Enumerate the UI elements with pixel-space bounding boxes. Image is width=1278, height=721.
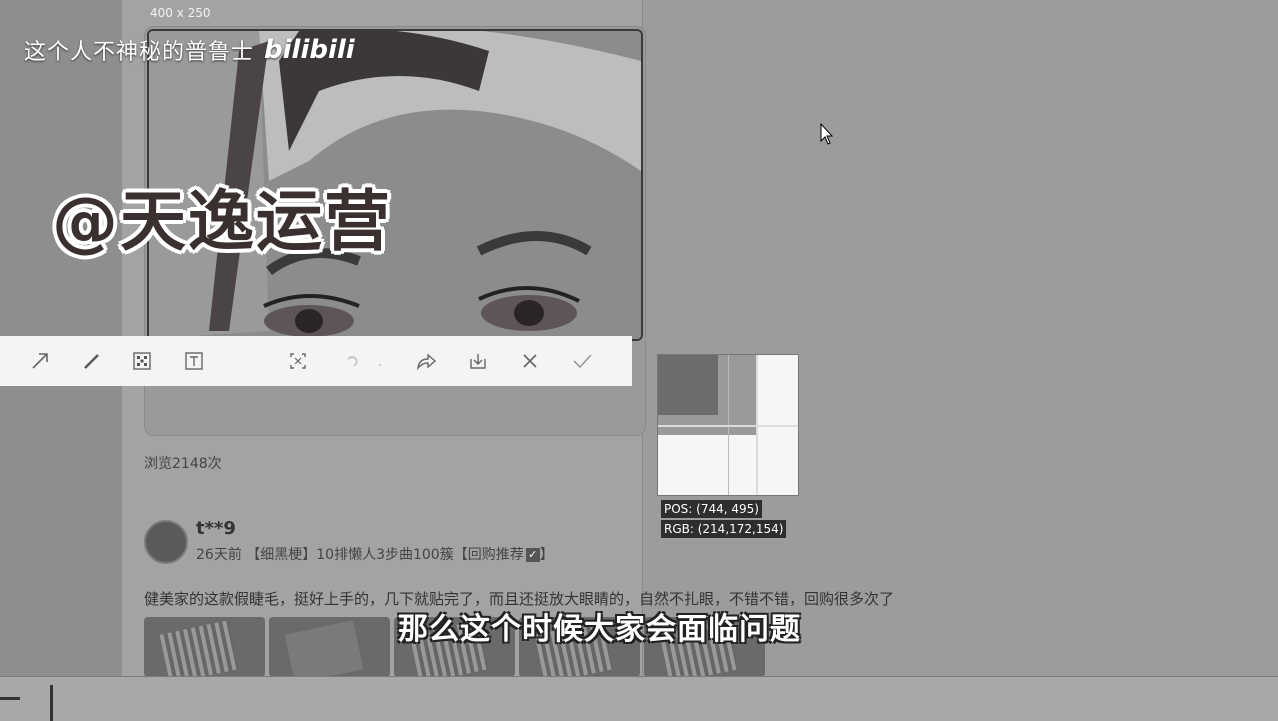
review-image-thumb[interactable] (144, 617, 265, 677)
mosaic-tool-icon[interactable] (128, 347, 156, 375)
undo-icon[interactable] (338, 347, 366, 375)
redo-icon[interactable] (366, 347, 394, 375)
view-count: 浏览2148次 (144, 456, 222, 472)
close-icon[interactable] (516, 347, 544, 375)
review-meta: 26天前 【细黑梗】10排懒人3步曲100簇【回购推荐 ✓】 (196, 544, 554, 564)
review-image-thumb[interactable] (269, 617, 390, 677)
position-readout: POS: (744, 495) (661, 500, 762, 518)
download-icon[interactable] (464, 347, 492, 375)
channel-name: 这个人不神秘的普鲁士 (24, 40, 255, 65)
review-meta-end: 】 (539, 547, 554, 563)
bilibili-logo: bilibili (264, 35, 355, 65)
confirm-check-icon[interactable] (568, 347, 596, 375)
color-picker-magnifier (657, 354, 799, 496)
review-meta-text: 26天前 【细黑梗】10排懒人3步曲100簇【回购推荐 (196, 547, 524, 563)
screenshot-toolbar (0, 336, 632, 386)
reviewer-name: t**9 (196, 518, 236, 539)
channel-watermark: 这个人不神秘的普鲁士 bilibili (24, 34, 355, 66)
pixel-readout: POS: (744, 495) RGB: (214,172,154) (661, 500, 787, 540)
pen-tool-icon[interactable] (78, 347, 106, 375)
video-subtitle: 那么这个时候大家会面临问题 (398, 612, 801, 647)
avatar[interactable] (144, 520, 188, 564)
text-tool-icon[interactable] (180, 347, 208, 375)
mouse-cursor-icon (820, 122, 834, 151)
ocr-tool-icon[interactable] (284, 347, 312, 375)
taskbar (0, 676, 1278, 721)
capture-size-label: 400 x 250 (150, 6, 211, 20)
share-icon[interactable] (412, 347, 440, 375)
rgb-readout: RGB: (214,172,154) (661, 520, 787, 538)
check-badge-icon: ✓ (525, 548, 540, 562)
overlay-watermark-text: @天逸运营 (52, 183, 392, 260)
arrow-tool-icon[interactable] (26, 347, 54, 375)
